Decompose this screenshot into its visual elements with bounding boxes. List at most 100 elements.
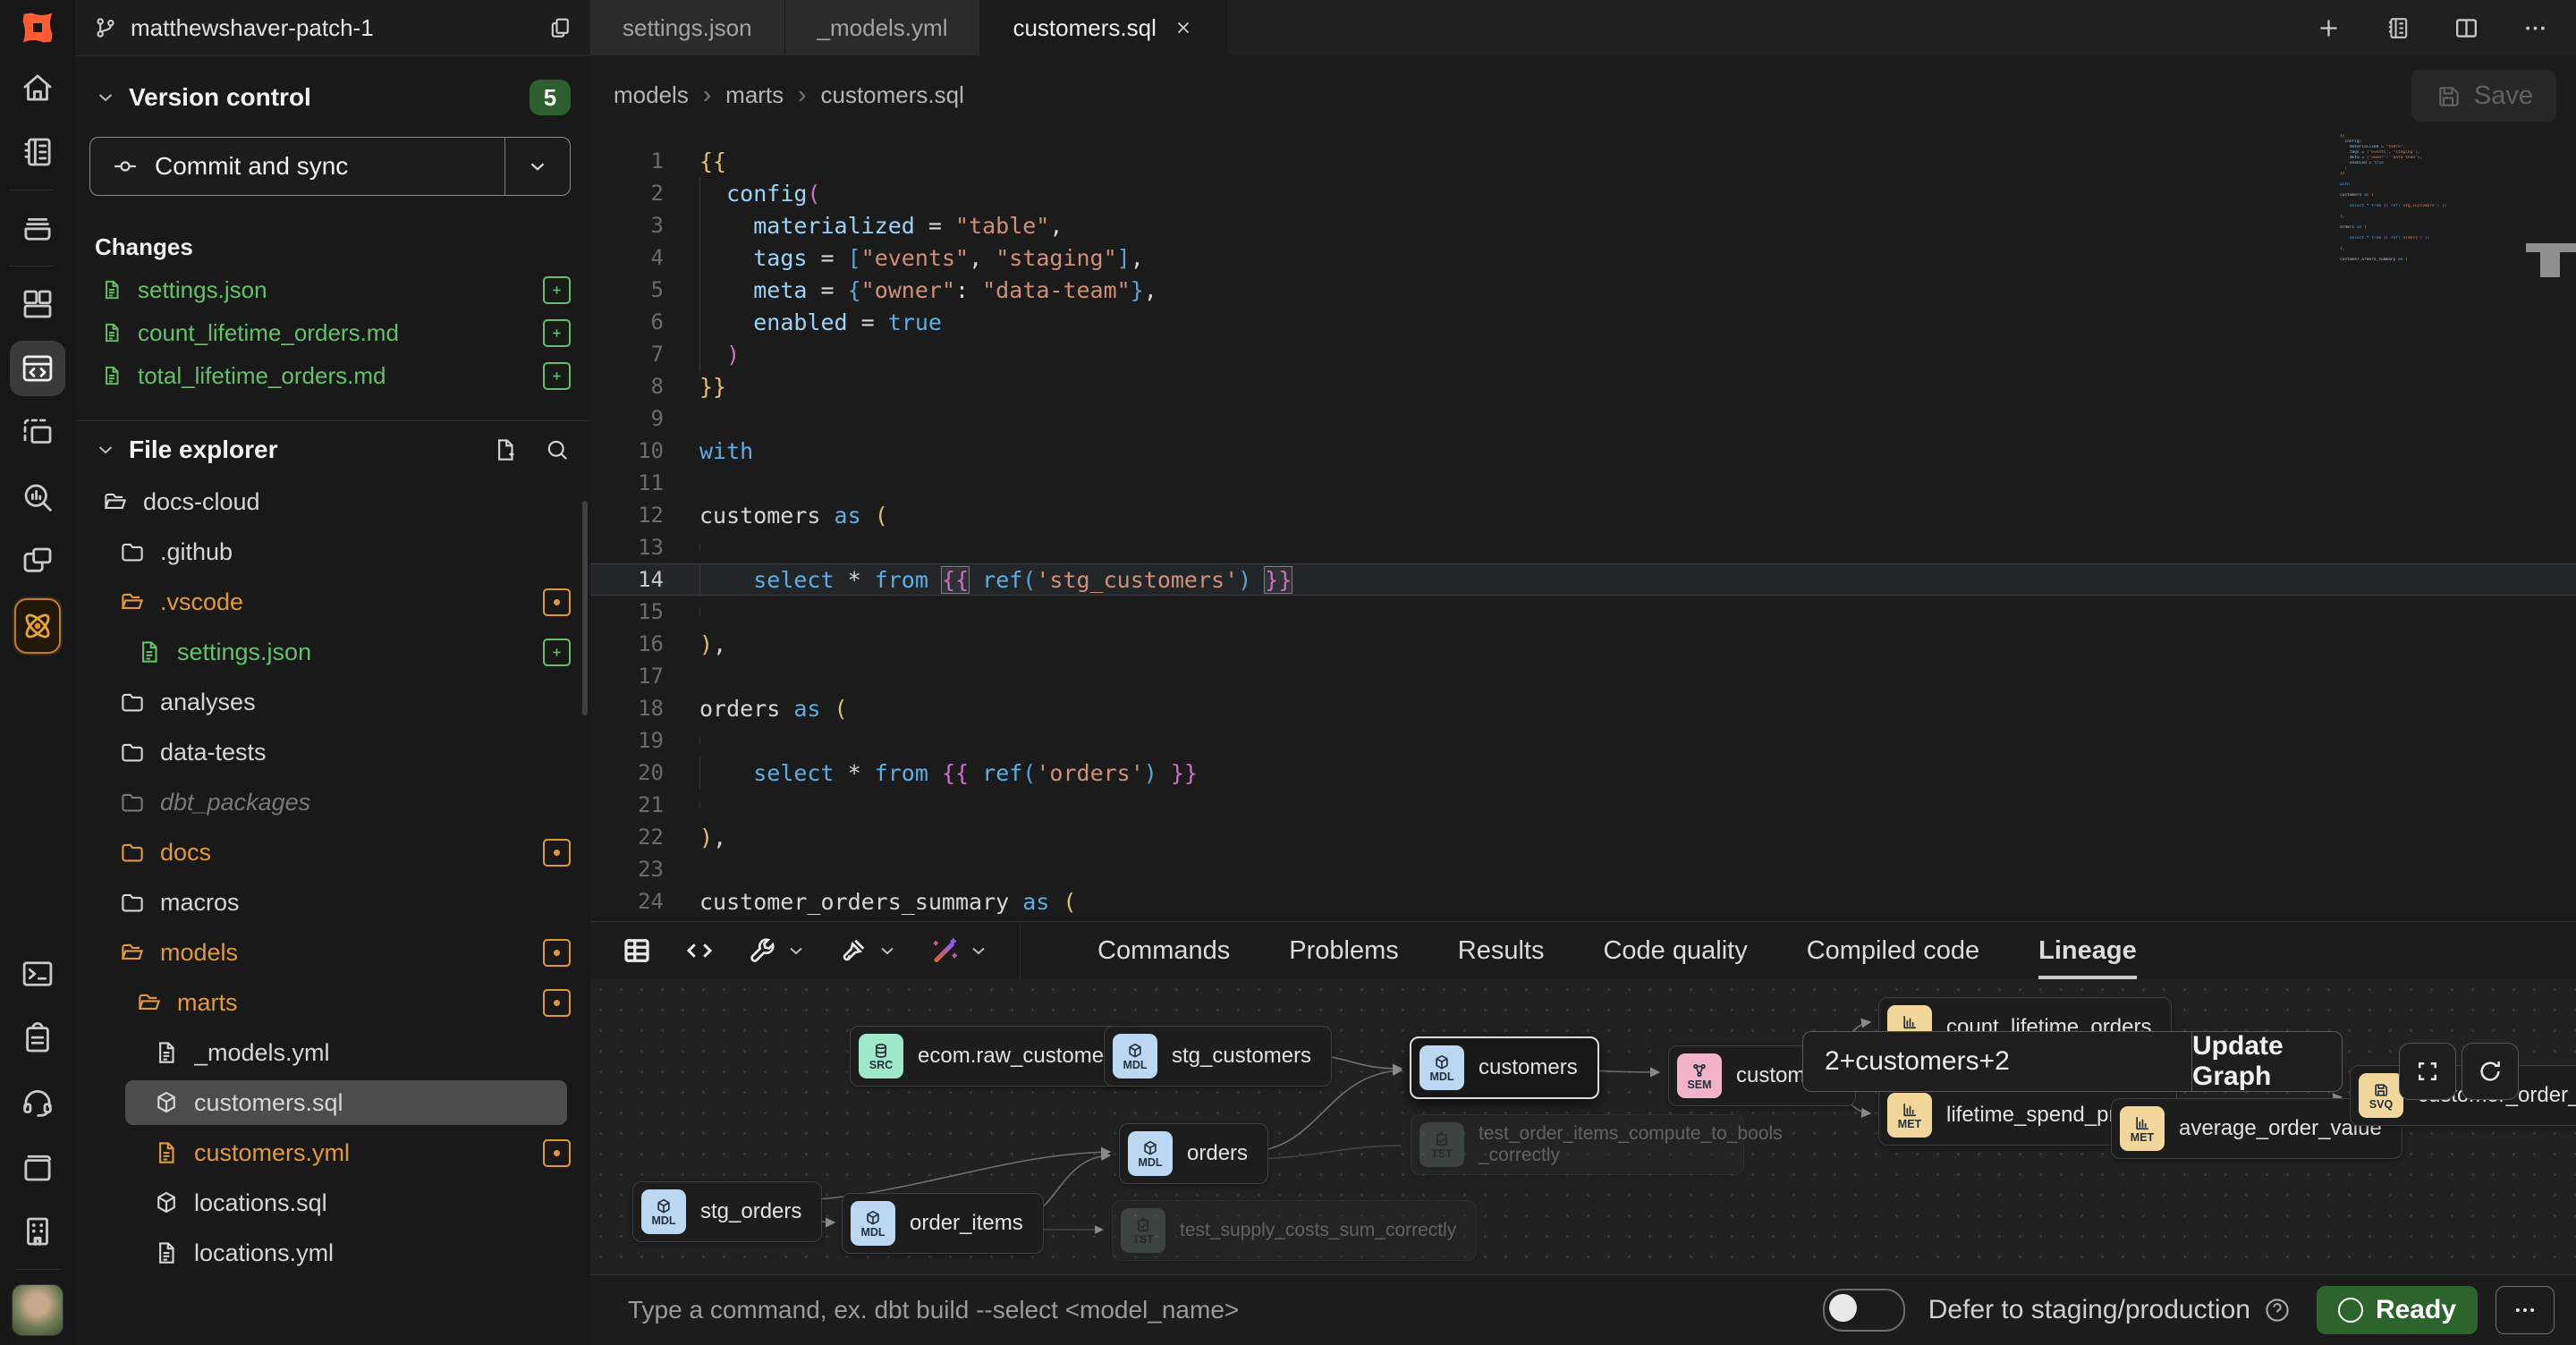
file-tree-item[interactable]: models bbox=[75, 927, 590, 977]
file-explorer-header[interactable]: File explorer bbox=[75, 421, 590, 477]
new-tab-icon[interactable] bbox=[2315, 14, 2343, 42]
file-tree-item[interactable]: _models.yml bbox=[75, 1028, 590, 1078]
panel-tabs: Commands Problems Results Code quality Compi… bbox=[1097, 922, 2137, 979]
stage-file-button[interactable] bbox=[543, 276, 571, 304]
activity-headset-icon[interactable] bbox=[9, 1070, 66, 1135]
lineage-canvas[interactable]: SRCecom.raw_customersMDLstg_customers MDL… bbox=[590, 979, 2576, 1274]
panel-tab-lineage[interactable]: Lineage bbox=[2038, 922, 2137, 979]
stage-file-button[interactable] bbox=[543, 362, 571, 390]
file-tree-item[interactable]: marts bbox=[75, 977, 590, 1028]
activity-stack-icon[interactable] bbox=[9, 196, 66, 260]
activity-dashboard-icon[interactable] bbox=[9, 272, 66, 336]
file-tree-item[interactable]: macros bbox=[75, 877, 590, 927]
commit-options-button[interactable] bbox=[504, 138, 570, 195]
activity-notebook-icon[interactable] bbox=[9, 120, 66, 184]
activity-windows-icon[interactable] bbox=[9, 529, 66, 594]
file-tree-item[interactable]: customers.yml bbox=[75, 1128, 590, 1178]
new-file-icon[interactable] bbox=[492, 436, 519, 463]
code-lines[interactable]: 1{{2 config(3 materialized = "table",4 t… bbox=[590, 145, 2576, 918]
breadcrumb-item[interactable]: models bbox=[614, 81, 689, 109]
activity-terminal-icon[interactable] bbox=[9, 942, 66, 1006]
chart-icon: MET bbox=[2120, 1106, 2165, 1151]
file-tree-item[interactable]: locations.yml bbox=[75, 1228, 590, 1278]
dbt-logo[interactable] bbox=[0, 0, 75, 55]
lineage-node-test_order_items[interactable]: TSTtest_order_items_compute_to_bools _co… bbox=[1411, 1114, 1744, 1175]
editor-scrollbar[interactable] bbox=[2526, 243, 2576, 252]
minimap[interactable]: {{ config( materialized = "table", tags … bbox=[2340, 134, 2476, 263]
commit-and-sync-main[interactable]: Commit and sync bbox=[90, 138, 504, 195]
command-input[interactable] bbox=[626, 1295, 1823, 1325]
file-tree-item[interactable]: .github bbox=[75, 527, 590, 577]
editor-tab[interactable]: _models.yml bbox=[785, 0, 981, 55]
breadcrumb-item[interactable]: customers.sql bbox=[820, 81, 963, 109]
editor-tab[interactable]: settings.json bbox=[590, 0, 785, 55]
file-tree-item[interactable]: dbt_packages bbox=[75, 777, 590, 827]
user-avatar[interactable] bbox=[12, 1284, 64, 1336]
chart-icon: MET bbox=[1887, 1093, 1932, 1138]
file-tree-item[interactable]: analyses bbox=[75, 677, 590, 727]
changed-file[interactable]: count_lifetime_orders.md bbox=[75, 311, 590, 354]
code-editor[interactable]: models›marts›customers.sql Save 1{{2 con… bbox=[590, 55, 2576, 921]
lineage-node-order_items[interactable]: MDLorder_items bbox=[842, 1193, 1044, 1254]
notebook-icon[interactable] bbox=[2384, 14, 2411, 42]
file-tree-item[interactable]: .vscode bbox=[75, 577, 590, 627]
defer-toggle[interactable] bbox=[1823, 1289, 1905, 1332]
status-label: Ready bbox=[2376, 1295, 2456, 1325]
line-number: 23 bbox=[590, 857, 699, 882]
defer-label: Defer to staging/production bbox=[1928, 1295, 2250, 1325]
lineage-node-customers_model[interactable]: MDLcustomers bbox=[1410, 1036, 1599, 1099]
search-icon[interactable] bbox=[544, 436, 571, 463]
branch-header[interactable]: matthewshaver-patch-1 bbox=[75, 0, 590, 56]
file-tree-item[interactable]: docs-cloud bbox=[75, 477, 590, 527]
ai-assist-button[interactable] bbox=[928, 935, 989, 967]
status-badge[interactable]: Ready bbox=[2317, 1286, 2478, 1334]
stage-file-button[interactable] bbox=[543, 319, 571, 347]
panel-tab-results[interactable]: Results bbox=[1458, 922, 1545, 979]
update-graph-button[interactable]: Update Graph bbox=[2191, 1032, 2342, 1091]
code-preview-button[interactable] bbox=[683, 935, 716, 967]
changed-file[interactable]: total_lifetime_orders.md bbox=[75, 354, 590, 397]
sidebar-scrollbar[interactable] bbox=[582, 501, 588, 715]
file-tree-item[interactable]: data-tests bbox=[75, 727, 590, 777]
save-button[interactable]: Save bbox=[2411, 70, 2556, 122]
file-tree-item[interactable]: settings.json bbox=[75, 627, 590, 677]
activity-clipboard-icon[interactable] bbox=[9, 1006, 66, 1070]
command-bar-more-button[interactable] bbox=[2496, 1286, 2555, 1334]
lineage-node-stg_customers[interactable]: MDLstg_customers bbox=[1104, 1026, 1332, 1087]
file-tree-item[interactable]: docs bbox=[75, 827, 590, 877]
activity-docs-book-icon[interactable] bbox=[9, 1135, 66, 1199]
panel-tab-problems[interactable]: Problems bbox=[1289, 922, 1399, 979]
help-icon[interactable] bbox=[2263, 1296, 2292, 1324]
activity-dbt-atom-icon[interactable] bbox=[9, 594, 66, 658]
lineage-node-test_supply[interactable]: TSTtest_supply_costs_sum_correctly bbox=[1112, 1200, 1477, 1261]
commit-and-sync-button[interactable]: Commit and sync bbox=[89, 137, 571, 196]
fullscreen-button[interactable] bbox=[2399, 1043, 2456, 1100]
activity-query-analysis-icon[interactable] bbox=[9, 465, 66, 529]
build-tools-button[interactable] bbox=[746, 935, 807, 967]
activity-building-icon[interactable] bbox=[9, 1199, 66, 1264]
editor-tab[interactable]: customers.sql bbox=[980, 0, 1226, 55]
file-tree-item[interactable]: customers.sql bbox=[75, 1078, 590, 1128]
version-control-header[interactable]: Version control 5 bbox=[75, 56, 590, 124]
results-table-button[interactable] bbox=[621, 935, 653, 967]
command-bar: Defer to staging/production Ready bbox=[590, 1274, 2576, 1345]
breadcrumb-item[interactable]: marts bbox=[725, 81, 784, 109]
more-icon[interactable] bbox=[2521, 14, 2549, 42]
changed-file[interactable]: settings.json bbox=[75, 268, 590, 311]
close-icon[interactable] bbox=[1173, 17, 1194, 38]
lineage-node-orders[interactable]: MDLorders bbox=[1119, 1123, 1268, 1184]
lineage-node-ecom.raw_customers[interactable]: SRCecom.raw_customers bbox=[850, 1026, 1142, 1087]
panel-tab-code-quality[interactable]: Code quality bbox=[1603, 922, 1747, 979]
split-editor-icon[interactable] bbox=[2453, 14, 2480, 42]
activity-home-icon[interactable] bbox=[9, 55, 66, 120]
panel-tab-compiled-code[interactable]: Compiled code bbox=[1807, 922, 1979, 979]
refresh-graph-button[interactable] bbox=[2462, 1043, 2519, 1100]
copy-branch-icon[interactable] bbox=[547, 15, 572, 40]
activity-code-editor-icon[interactable] bbox=[9, 336, 66, 401]
lineage-node-stg_orders[interactable]: MDLstg_orders bbox=[632, 1181, 822, 1242]
format-button[interactable] bbox=[837, 935, 898, 967]
lineage-selector-input[interactable] bbox=[1803, 1032, 2191, 1091]
file-tree-item[interactable]: locations.sql bbox=[75, 1178, 590, 1228]
activity-window-select-icon[interactable] bbox=[9, 401, 66, 465]
panel-tab-commands[interactable]: Commands bbox=[1097, 922, 1230, 979]
